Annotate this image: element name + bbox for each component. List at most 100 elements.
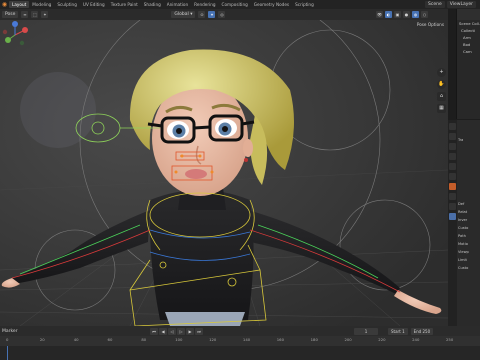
overlay-icon[interactable]: ◐ (385, 11, 392, 18)
timeline-body[interactable] (0, 346, 480, 360)
gizmo-z-icon[interactable] (12, 21, 18, 27)
start-frame-field[interactable]: Start 1 (388, 327, 408, 335)
properties-row[interactable] (458, 144, 480, 152)
modifier-tab-icon[interactable] (449, 193, 456, 200)
properties-row[interactable]: Limit (458, 256, 480, 264)
viewport-canvas (0, 20, 448, 326)
jump-end-icon[interactable]: ⏭ (195, 327, 203, 335)
ruler-tick-label: 180 (310, 337, 318, 342)
properties-content: Tra Def Relat Inver Custo Path Motio Viewp Limit… (458, 120, 480, 326)
outliner-header (457, 9, 480, 20)
outliner-item[interactable]: Scene Coll. (457, 20, 480, 27)
start-value: 1 (402, 328, 405, 334)
properties-row[interactable] (458, 152, 480, 160)
workspace-tab-animation[interactable]: Animation (164, 1, 191, 8)
current-frame-field[interactable]: 1 (354, 327, 378, 335)
play-icon[interactable]: ▷ (177, 327, 185, 335)
properties-row[interactable] (458, 176, 480, 184)
view-layer-field[interactable]: ViewLayer (446, 1, 476, 8)
properties-row[interactable]: Path (458, 232, 480, 240)
pivot-icon[interactable]: ⊙ (198, 11, 206, 18)
properties-row[interactable]: Relat (458, 208, 480, 216)
snap-icon[interactable]: ⌖ (208, 11, 216, 18)
ruler-tick-label: 240 (412, 337, 420, 342)
visibility-icon[interactable]: 👁 (376, 11, 383, 18)
render-shading-icon[interactable]: ○ (421, 11, 428, 18)
left-pupil (176, 128, 182, 134)
outliner-item[interactable]: Collecti (457, 27, 480, 34)
mode-dropdown[interactable]: Pose (2, 11, 19, 18)
properties-row[interactable] (458, 128, 480, 136)
3d-viewport[interactable]: Pose Options + ✋ ⌂ ▦ (0, 20, 448, 326)
outliner-list: Scene Coll. Collecti Arm Bod Cam (457, 20, 480, 55)
ruler-tick-label: 80 (141, 337, 147, 342)
tool-tab-icon[interactable] (449, 123, 456, 130)
workspace-tab-geometry-nodes[interactable]: Geometry Nodes (251, 1, 292, 8)
outliner-item[interactable]: Bod (457, 41, 480, 48)
workspace-tab-scripting[interactable]: Scripting (292, 1, 317, 8)
workspace-tab-layout[interactable]: Layout (9, 1, 30, 8)
workspace-tab-shading[interactable]: Shading (141, 1, 164, 8)
properties-row[interactable] (458, 160, 480, 168)
scene-tab-icon[interactable] (449, 163, 456, 170)
properties-row[interactable]: Custo (458, 264, 480, 272)
output-tab-icon[interactable] (449, 143, 456, 150)
zoom-icon[interactable]: + (437, 68, 446, 77)
world-tab-icon[interactable] (449, 173, 456, 180)
render-tab-icon[interactable] (449, 133, 456, 140)
view-layer-tab-icon[interactable] (449, 153, 456, 160)
end-frame-field[interactable]: End 250 (410, 327, 434, 335)
outliner-item[interactable]: Cam (457, 48, 480, 55)
orientation-dropdown[interactable]: Global ▾ (171, 11, 196, 18)
timeline-ruler[interactable]: 0 20 40 60 80 100 120 140 160 180 200 220 240 250 (0, 336, 480, 346)
physics-tab-icon[interactable] (449, 203, 456, 210)
properties-row[interactable] (458, 184, 480, 192)
timeline-header: Marker ⏮ ◀ ◁ ▷ ▶ ⏭ 1 Start 1 End 250 (0, 326, 480, 336)
play-reverse-icon[interactable]: ◁ (168, 327, 176, 335)
select-menu-icon[interactable]: ⬚ (31, 11, 39, 18)
solid-shading-icon[interactable]: ● (403, 11, 410, 18)
bone-tab-icon[interactable] (449, 213, 456, 220)
gizmo-y-icon[interactable] (5, 37, 11, 43)
properties-row[interactable] (458, 192, 480, 200)
view-menu-icon[interactable]: ≡ (21, 11, 29, 18)
workspace-tab-modeling[interactable]: Modeling (29, 1, 54, 8)
properties-row[interactable]: Custo (458, 224, 480, 232)
gizmo-neg-y-icon[interactable] (19, 40, 25, 46)
gizmo-neg-x-icon[interactable] (2, 29, 8, 35)
ruler-tick-label: 160 (276, 337, 285, 342)
outliner-item[interactable]: Arm (457, 34, 480, 41)
navigation-gizmo[interactable] (0, 20, 30, 50)
workspace-tab-rendering[interactable]: Rendering (191, 1, 218, 8)
properties-row[interactable] (458, 168, 480, 176)
jump-start-icon[interactable]: ⏮ (150, 327, 158, 335)
properties-row[interactable] (458, 120, 480, 128)
pan-icon[interactable]: ✋ (437, 80, 446, 89)
blender-logo-icon[interactable]: ◉ (0, 0, 9, 9)
workspace-tab-sculpting[interactable]: Sculpting (54, 1, 80, 8)
pose-menu-icon[interactable]: ✦ (41, 11, 49, 18)
camera-view-icon[interactable]: ⌂ (437, 92, 446, 101)
properties-row[interactable]: Motio (458, 240, 480, 248)
workspace-tab-texture-paint[interactable]: Texture Paint (108, 1, 141, 8)
properties-row[interactable]: Def (458, 200, 480, 208)
next-keyframe-icon[interactable]: ▶ (186, 327, 194, 335)
gizmo-x-icon[interactable] (22, 27, 28, 33)
workspace-tabs: Layout Modeling Sculpting UV Editing Texture… (9, 1, 317, 8)
proportional-icon[interactable]: ◎ (218, 11, 226, 18)
workspace-tab-uv-editing[interactable]: UV Editing (80, 1, 108, 8)
pose-options-menu[interactable]: Pose Options (417, 22, 444, 27)
xray-icon[interactable]: ▣ (394, 11, 401, 18)
prev-keyframe-icon[interactable]: ◀ (159, 327, 167, 335)
properties-row[interactable]: Tra (458, 136, 480, 144)
properties-row[interactable]: Viewp (458, 248, 480, 256)
ortho-toggle-icon[interactable]: ▦ (437, 104, 446, 113)
scene-field[interactable]: Scene (425, 1, 445, 8)
ruler-tick-label: 200 (344, 337, 352, 342)
properties-row[interactable]: Inver (458, 216, 480, 224)
playhead[interactable] (7, 346, 8, 360)
workspace-tab-compositing[interactable]: Compositing (219, 1, 251, 8)
material-shading-icon[interactable]: ◍ (412, 11, 419, 18)
timeline-marker-label[interactable]: Marker (0, 329, 150, 334)
object-tab-icon[interactable] (449, 183, 456, 190)
